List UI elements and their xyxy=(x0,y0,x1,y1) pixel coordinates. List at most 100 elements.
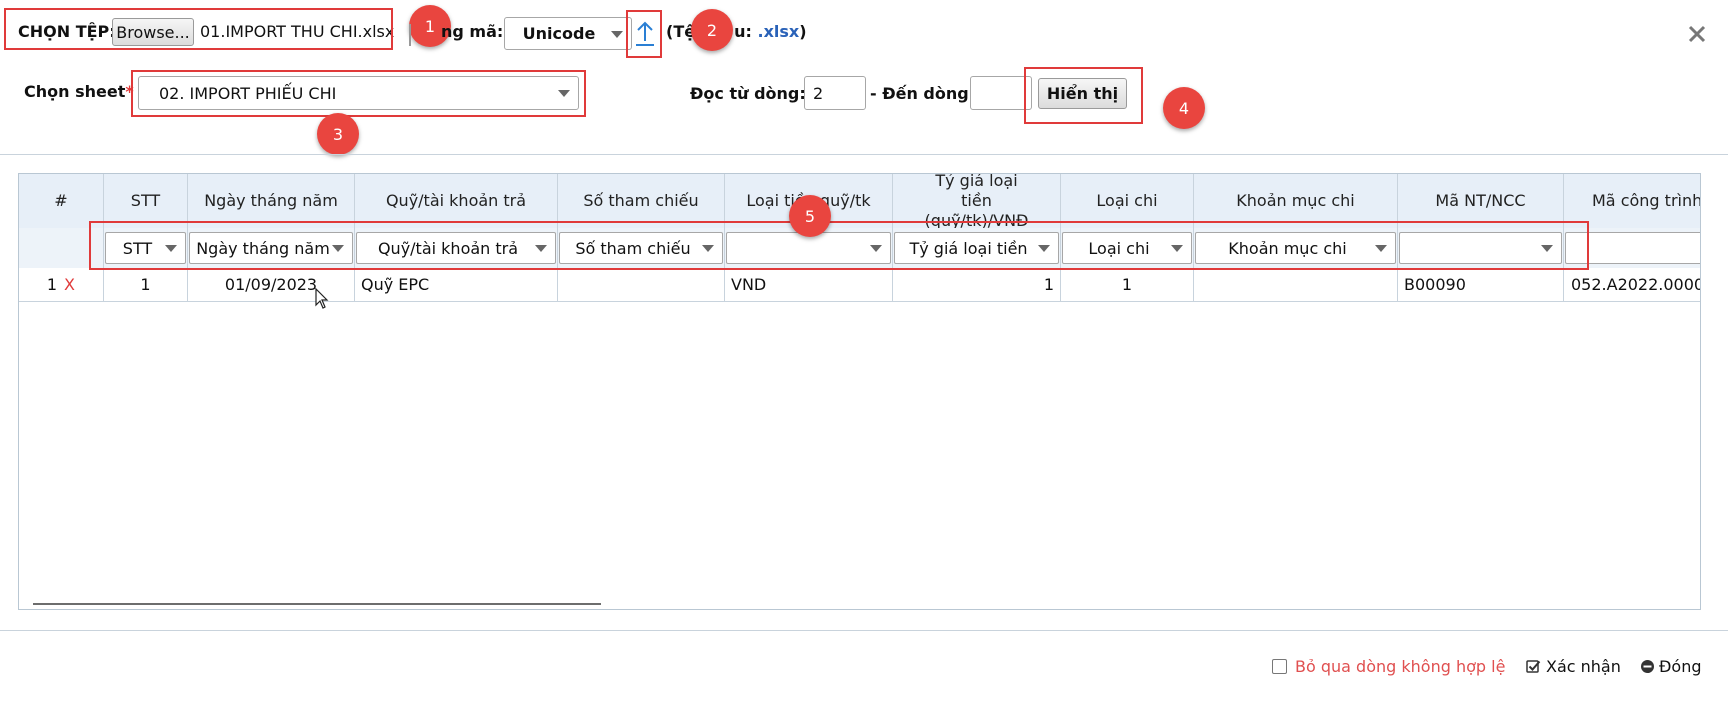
chevron-down-icon xyxy=(1375,245,1387,252)
close-button[interactable] xyxy=(1683,20,1711,48)
chevron-down-icon xyxy=(702,245,714,252)
col-header-index: # xyxy=(19,174,104,228)
filter-value: Số tham chiếu xyxy=(575,238,691,258)
filter-value: Quỹ/tài khoản trả xyxy=(377,238,519,258)
sheet-select[interactable]: 02. IMPORT PHIẾU CHI xyxy=(138,76,579,110)
col-header-item: Khoản mục chi xyxy=(1194,174,1398,228)
row-rate: 1 xyxy=(893,268,1061,302)
filter-select-date[interactable]: Ngày tháng năm xyxy=(189,232,353,264)
hint-mid: u: xyxy=(734,22,752,41)
row-fund: Quỹ EPC xyxy=(355,268,558,302)
filter-value: Tỷ giá loại tiền xyxy=(909,238,1028,258)
skip-invalid-option[interactable]: Bỏ qua dòng không hợp lệ xyxy=(1272,657,1505,676)
col-header-date: Ngày tháng năm xyxy=(188,174,355,228)
delete-row-button[interactable]: X xyxy=(64,275,75,294)
chevron-down-icon xyxy=(611,30,623,38)
minus-circle-icon xyxy=(1641,660,1654,673)
encoding-select[interactable]: Unicode xyxy=(504,17,632,50)
filter-select-item[interactable]: Khoản mục chi xyxy=(1195,232,1396,264)
sheet-label-text: Chọn sheet xyxy=(24,82,126,101)
required-mark: * xyxy=(125,82,134,101)
chevron-down-icon xyxy=(165,245,177,252)
file-name: 01.IMPORT THU CHI.xlsx xyxy=(200,22,395,41)
row-project: 052.A2022.00007 xyxy=(1564,268,1700,302)
hint-close: ) xyxy=(799,22,807,41)
filter-value: Ngày tháng năm xyxy=(196,238,330,258)
close-footer-button[interactable]: Đóng xyxy=(1640,657,1701,676)
col-header-ref: Số tham chiếu xyxy=(558,174,725,228)
filter-select-rate[interactable]: Tỷ giá loại tiền xyxy=(894,232,1059,264)
encoding-select-value: Unicode xyxy=(522,24,596,43)
row-type: 1 xyxy=(1061,268,1194,302)
row-index: 1 xyxy=(46,275,58,294)
confirm-label: Xác nhận xyxy=(1546,657,1621,676)
close-icon xyxy=(1688,25,1706,43)
check-square-icon xyxy=(1526,660,1541,673)
chevron-down-icon xyxy=(1171,245,1183,252)
row-currency: VND xyxy=(725,268,893,302)
footer-divider xyxy=(0,630,1728,631)
step-badge-4: 4 xyxy=(1163,87,1205,129)
chevron-down-icon xyxy=(1038,245,1050,252)
to-row-label: - Đến dòng: xyxy=(870,84,976,103)
filter-cell-stt: STT xyxy=(104,228,188,268)
show-button[interactable]: Hiển thị xyxy=(1038,78,1127,109)
filter-cell-index xyxy=(19,228,104,268)
file-label: CHỌN TỆP: xyxy=(18,22,116,41)
row-ref xyxy=(558,268,725,302)
from-row-input[interactable]: 2 xyxy=(804,76,866,110)
skip-invalid-checkbox[interactable] xyxy=(1272,659,1287,674)
row-item xyxy=(1194,268,1398,302)
upload-icon xyxy=(636,21,654,46)
step-badge-2: 2 xyxy=(691,9,733,51)
filter-cell-item: Khoản mục chi xyxy=(1194,228,1398,268)
row-partner: B00090 xyxy=(1398,268,1564,302)
col-header-fund: Quỹ/tài khoản trả xyxy=(355,174,558,228)
from-row-label: Đọc từ dòng: xyxy=(690,84,806,103)
col-header-partner: Mã NT/NCC xyxy=(1398,174,1564,228)
chevron-down-icon xyxy=(535,245,547,252)
row-stt: 1 xyxy=(104,268,188,302)
close-label: Đóng xyxy=(1659,657,1702,676)
filter-select-type[interactable]: Loại chi xyxy=(1062,232,1192,264)
hint-ext: .xlsx xyxy=(757,22,800,41)
filter-select-partner[interactable] xyxy=(1399,232,1562,264)
sheet-select-value: 02. IMPORT PHIẾU CHI xyxy=(159,83,337,103)
filter-select-stt[interactable]: STT xyxy=(105,232,186,264)
chevron-down-icon xyxy=(870,245,882,252)
filter-value: Loại chi xyxy=(1088,238,1150,258)
chevron-down-icon xyxy=(1541,245,1553,252)
filter-cell-date: Ngày tháng năm xyxy=(188,228,355,268)
filter-select-fund[interactable]: Quỹ/tài khoản trả xyxy=(356,232,556,264)
filter-cell-project xyxy=(1564,228,1700,268)
encoding-hint: (Tệp u: .xlsx) xyxy=(666,22,807,41)
filter-cell-partner xyxy=(1398,228,1564,268)
to-row-input[interactable] xyxy=(970,76,1032,110)
sheet-label: Chọn sheet* xyxy=(24,82,134,101)
row-index-cell: 1 X xyxy=(19,268,104,302)
filter-cell-ref: Số tham chiếu xyxy=(558,228,725,268)
filter-select-project[interactable] xyxy=(1565,232,1700,264)
import-grid: # STT Ngày tháng năm Quỹ/tài khoản trả S… xyxy=(18,173,1701,610)
filter-select-ref[interactable]: Số tham chiếu xyxy=(559,232,723,264)
filter-value: STT xyxy=(122,238,153,258)
browse-button[interactable]: Browse... xyxy=(112,18,194,46)
confirm-button[interactable]: Xác nhận xyxy=(1526,657,1621,676)
col-header-type: Loại chi xyxy=(1061,174,1194,228)
col-header-stt: STT xyxy=(104,174,188,228)
filter-value: Khoản mục chi xyxy=(1228,238,1347,258)
filter-cell-type: Loại chi xyxy=(1061,228,1194,268)
row-date: 01/09/2023 xyxy=(188,268,355,302)
col-header-project: Mã công trình xyxy=(1564,174,1700,228)
mouse-cursor-icon xyxy=(315,288,329,309)
filter-cell-rate: Tỷ giá loại tiền xyxy=(893,228,1061,268)
step-badge-3: 3 xyxy=(317,113,359,155)
chevron-down-icon xyxy=(332,245,344,252)
step-badge-5: 5 xyxy=(789,195,831,237)
filter-cell-fund: Quỹ/tài khoản trả xyxy=(355,228,558,268)
header-divider xyxy=(0,154,1728,155)
horizontal-scrollbar[interactable] xyxy=(33,603,601,605)
upload-button[interactable] xyxy=(630,14,660,52)
col-header-rate: Tỷ giá loại tiền (quỹ/tk)/VNĐ xyxy=(893,174,1061,228)
chevron-down-icon xyxy=(558,90,570,97)
